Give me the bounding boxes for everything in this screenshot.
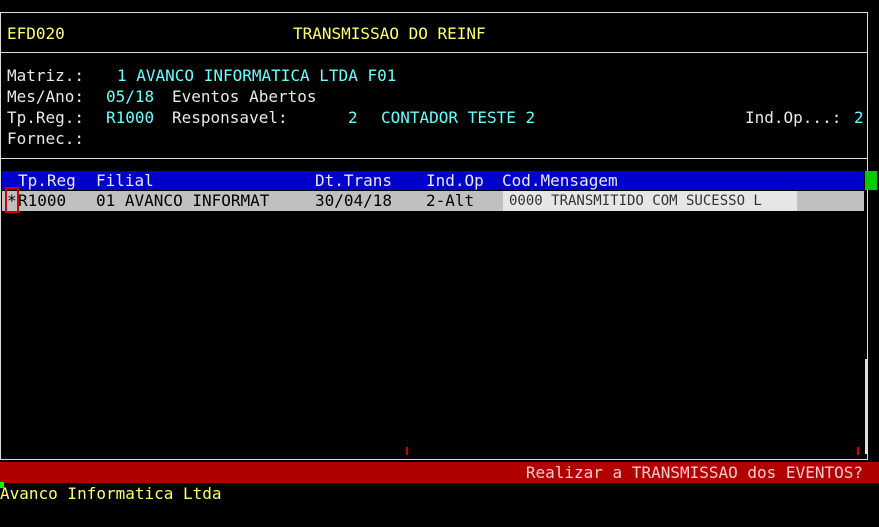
- col-codmensagem: Cod.Mensagem: [502, 171, 618, 190]
- indop-label: Ind.Op...:: [745, 108, 842, 127]
- col-indop: Ind.Op: [426, 171, 484, 190]
- matriz-label: Matriz.:: [7, 66, 85, 85]
- row-filial: 01 AVANCO INFORMAT: [96, 191, 270, 210]
- fornec-label: Fornec.:: [7, 129, 85, 148]
- status-prompt[interactable]: Realizar a TRANSMISSAO dos EVENTOS?: [526, 463, 863, 483]
- row-indop: 2-Alt: [426, 191, 475, 210]
- col-dttrans: Dt.Trans: [315, 171, 393, 190]
- col-filial: Filial: [96, 171, 154, 190]
- row-dttrans: 30/04/18: [315, 191, 393, 210]
- indop-value[interactable]: 2: [854, 108, 864, 128]
- screen-title: TRANSMISSAO DO REINF: [293, 24, 486, 43]
- mesano-label: Mes/Ano:: [7, 87, 85, 106]
- responsavel-name: CONTADOR TESTE 2: [381, 108, 536, 127]
- scrollbar-thumb[interactable]: [865, 171, 877, 190]
- selection-highlight: [5, 187, 19, 213]
- matriz-value[interactable]: 1 AVANCO INFORMATICA LTDA F01: [117, 66, 396, 86]
- red-tick-left: [406, 447, 408, 455]
- responsavel-number[interactable]: 2: [348, 108, 358, 128]
- company-footer: Avanco Informatica Ltda: [0, 484, 222, 503]
- row-tpreg: R1000: [18, 191, 67, 210]
- vertical-scrollbar[interactable]: [865, 359, 867, 454]
- info-divider: [0, 158, 868, 159]
- row-codmensagem: 0000 TRANSMITIDO COM SUCESSO L: [509, 193, 762, 209]
- red-tick-right: [857, 447, 859, 455]
- mesano-value[interactable]: 05/18: [106, 87, 154, 107]
- responsavel-label: Responsavel:: [172, 108, 288, 127]
- tpreg-label: Tp.Reg.:: [7, 108, 85, 127]
- tpreg-value[interactable]: R1000: [106, 108, 154, 128]
- col-tpreg: Tp.Reg: [18, 171, 76, 190]
- title-divider: [0, 52, 868, 53]
- program-code: EFD020: [7, 24, 65, 43]
- eventos-status: Eventos Abertos: [172, 87, 317, 106]
